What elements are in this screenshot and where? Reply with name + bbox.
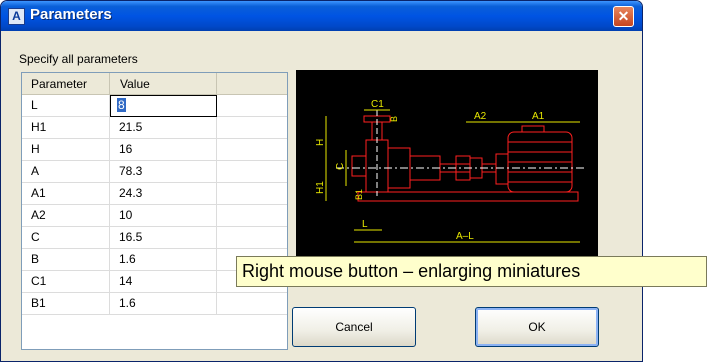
parameter-value[interactable]: 78.3 bbox=[110, 161, 217, 183]
dim-label-a-l: A–L bbox=[456, 231, 474, 242]
parameter-value[interactable]: 10 bbox=[110, 205, 217, 227]
dim-label-l: L bbox=[362, 219, 368, 230]
empty-cell bbox=[217, 293, 287, 315]
pump-inlet bbox=[351, 155, 367, 177]
hint-tooltip: Right mouse button – enlarging miniature… bbox=[236, 256, 707, 287]
parameter-name: A2 bbox=[22, 205, 110, 227]
parameter-name: C1 bbox=[22, 271, 110, 293]
close-icon: ✕ bbox=[617, 8, 630, 24]
dim-label-a2: A2 bbox=[474, 111, 487, 122]
parameters-grid[interactable]: Parameter Value L 8 H1 21.5 H 16 A 78.3 … bbox=[21, 72, 288, 350]
empty-cell bbox=[217, 161, 287, 183]
window-title: Parameters bbox=[30, 6, 112, 23]
column-header-parameter[interactable]: Parameter bbox=[22, 73, 110, 95]
parameter-value[interactable]: 21.5 bbox=[110, 117, 217, 139]
empty-cell bbox=[217, 205, 287, 227]
empty-cell bbox=[217, 227, 287, 249]
parameter-name: C bbox=[22, 227, 110, 249]
empty-cell bbox=[217, 139, 287, 161]
parameter-value[interactable]: 14 bbox=[110, 271, 217, 293]
column-header-value[interactable]: Value bbox=[110, 73, 217, 95]
parameter-name: A1 bbox=[22, 183, 110, 205]
close-button[interactable]: ✕ bbox=[613, 6, 634, 27]
table-row[interactable]: A 78.3 bbox=[22, 161, 287, 183]
dim-label-h: H bbox=[315, 139, 326, 146]
parameter-name: B bbox=[22, 249, 110, 271]
parameter-value[interactable]: 24.3 bbox=[110, 183, 217, 205]
table-row[interactable]: B1 1.6 bbox=[22, 293, 287, 315]
table-row[interactable]: A2 10 bbox=[22, 205, 287, 227]
dim-label-b: B bbox=[389, 116, 399, 122]
dim-label-c1: C1 bbox=[371, 99, 384, 110]
table-row[interactable]: H 16 bbox=[22, 139, 287, 161]
value-text: 8 bbox=[117, 98, 126, 112]
parameter-name: L bbox=[22, 95, 110, 117]
empty-cell bbox=[217, 95, 287, 117]
parameter-name: B1 bbox=[22, 293, 110, 315]
parameter-name: H1 bbox=[22, 117, 110, 139]
grid-header: Parameter Value bbox=[22, 73, 287, 95]
table-row[interactable]: H1 21.5 bbox=[22, 117, 287, 139]
dim-label-b1: B1 bbox=[354, 189, 364, 200]
terminal-box bbox=[521, 125, 545, 133]
table-row[interactable]: L 8 bbox=[22, 95, 287, 117]
pump-drawing: C1 B A2 A1 H C H1 B1 L A–L bbox=[315, 99, 586, 243]
empty-cell bbox=[217, 117, 287, 139]
parameter-name: A bbox=[22, 161, 110, 183]
column-header-empty bbox=[217, 73, 287, 95]
motor-flange bbox=[495, 153, 509, 185]
cancel-button[interactable]: Cancel bbox=[292, 307, 416, 347]
table-row[interactable]: A1 24.3 bbox=[22, 183, 287, 205]
base-frame bbox=[357, 191, 579, 202]
parameter-value[interactable]: 16.5 bbox=[110, 227, 217, 249]
ok-button[interactable]: OK bbox=[475, 307, 599, 347]
dim-label-h1: H1 bbox=[315, 181, 326, 194]
parameter-value[interactable]: 1.6 bbox=[110, 293, 217, 315]
parameter-name: H bbox=[22, 139, 110, 161]
instruction-label: Specify all parameters bbox=[19, 52, 138, 66]
table-row[interactable]: C 16.5 bbox=[22, 227, 287, 249]
parameter-value[interactable]: 16 bbox=[110, 139, 217, 161]
dim-label-c: C bbox=[335, 163, 346, 170]
pump-preview-image[interactable]: C1 B A2 A1 H C H1 B1 L A–L bbox=[296, 70, 598, 258]
value-edit-field[interactable]: 8 bbox=[110, 95, 217, 117]
empty-cell bbox=[217, 183, 287, 205]
app-icon: A bbox=[8, 8, 25, 25]
parameter-value[interactable]: 1.6 bbox=[110, 249, 217, 271]
dim-label-a1: A1 bbox=[532, 111, 545, 122]
title-bar[interactable]: A Parameters ✕ bbox=[1, 1, 642, 31]
